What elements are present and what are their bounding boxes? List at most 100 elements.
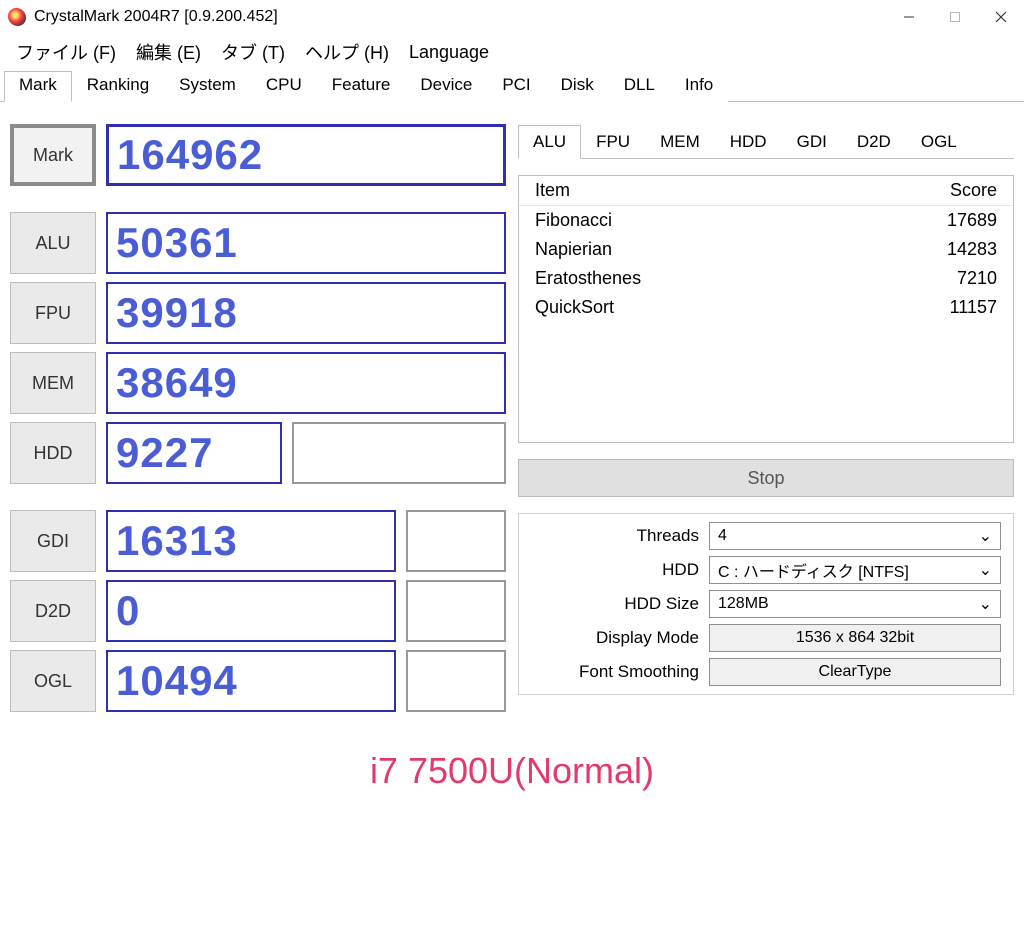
display-mode-label: Display Mode	[531, 628, 699, 648]
footer-caption: i7 7500U(Normal)	[0, 750, 1024, 792]
detail-panel: ALU FPU MEM HDD GDI D2D OGL Item Score F…	[518, 124, 1014, 712]
window-title: CrystalMark 2004R7 [0.9.200.452]	[34, 8, 886, 26]
chevron-down-icon: ⌄	[979, 560, 992, 580]
tab-device[interactable]: Device	[405, 71, 487, 102]
menu-language[interactable]: Language	[399, 38, 499, 67]
hdd-value: 9227	[106, 422, 282, 484]
table-row[interactable]: Fibonacci 17689	[519, 206, 1013, 235]
maximize-button[interactable]	[932, 1, 978, 33]
dtab-hdd[interactable]: HDD	[715, 125, 782, 159]
score-row-mark: Mark 164962	[10, 124, 506, 186]
tab-ranking[interactable]: Ranking	[72, 71, 164, 102]
fpu-button[interactable]: FPU	[10, 282, 96, 344]
hdd-size-select[interactable]: 128MB ⌄	[709, 590, 1001, 618]
window-controls	[886, 1, 1024, 33]
d2d-value: 0	[106, 580, 396, 642]
mem-value: 38649	[106, 352, 506, 414]
d2d-extra	[406, 580, 506, 642]
ogl-button[interactable]: OGL	[10, 650, 96, 712]
chevron-down-icon: ⌄	[979, 526, 992, 546]
close-button[interactable]	[978, 1, 1024, 33]
score-row-mem: MEM 38649	[10, 352, 506, 414]
dtab-fpu[interactable]: FPU	[581, 125, 645, 159]
menu-file[interactable]: ファイル (F)	[6, 35, 126, 69]
threads-label: Threads	[531, 526, 699, 546]
scores-panel: Mark 164962 ALU 50361 FPU 39918 MEM 3864…	[10, 124, 506, 712]
hdd-size-value: 128MB	[718, 595, 769, 613]
cell-score: 17689	[897, 210, 997, 231]
stop-button[interactable]: Stop	[518, 459, 1014, 497]
gdi-value: 16313	[106, 510, 396, 572]
alu-value: 50361	[106, 212, 506, 274]
setting-font-smoothing: Font Smoothing ClearType	[531, 658, 1001, 686]
score-row-d2d: D2D 0	[10, 580, 506, 642]
content-area: Mark 164962 ALU 50361 FPU 39918 MEM 3864…	[0, 102, 1024, 722]
dtab-ogl[interactable]: OGL	[906, 125, 972, 159]
menu-edit[interactable]: 編集 (E)	[126, 35, 211, 69]
col-header-score: Score	[897, 180, 997, 201]
alu-button[interactable]: ALU	[10, 212, 96, 274]
score-row-fpu: FPU 39918	[10, 282, 506, 344]
setting-hdd-size: HDD Size 128MB ⌄	[531, 590, 1001, 618]
ogl-extra	[406, 650, 506, 712]
tab-feature[interactable]: Feature	[317, 71, 406, 102]
cell-score: 14283	[897, 239, 997, 260]
table-row[interactable]: Napierian 14283	[519, 235, 1013, 264]
mem-button[interactable]: MEM	[10, 352, 96, 414]
dtab-alu[interactable]: ALU	[518, 125, 581, 159]
menu-tab[interactable]: タブ (T)	[211, 35, 295, 69]
d2d-button[interactable]: D2D	[10, 580, 96, 642]
hdd-select[interactable]: C : ハードディスク [NTFS] ⌄	[709, 556, 1001, 584]
table-row[interactable]: Eratosthenes 7210	[519, 264, 1013, 293]
hdd-size-label: HDD Size	[531, 594, 699, 614]
fpu-value: 39918	[106, 282, 506, 344]
gdi-extra	[406, 510, 506, 572]
mark-button[interactable]: Mark	[10, 124, 96, 186]
cell-item: Fibonacci	[535, 210, 897, 231]
setting-hdd: HDD C : ハードディスク [NTFS] ⌄	[531, 556, 1001, 584]
menubar: ファイル (F) 編集 (E) タブ (T) ヘルプ (H) Language	[0, 34, 1024, 70]
setting-display-mode: Display Mode 1536 x 864 32bit	[531, 624, 1001, 652]
tab-disk[interactable]: Disk	[546, 71, 609, 102]
cell-score: 7210	[897, 268, 997, 289]
detail-tabs: ALU FPU MEM HDD GDI D2D OGL	[518, 124, 1014, 159]
menu-help[interactable]: ヘルプ (H)	[295, 35, 399, 69]
score-row-hdd: HDD 9227	[10, 422, 506, 484]
table-row[interactable]: QuickSort 11157	[519, 293, 1013, 322]
tab-system[interactable]: System	[164, 71, 251, 102]
hdd-button[interactable]: HDD	[10, 422, 96, 484]
dtab-d2d[interactable]: D2D	[842, 125, 906, 159]
detail-table-header: Item Score	[519, 176, 1013, 206]
cell-item: QuickSort	[535, 297, 897, 318]
cell-item: Eratosthenes	[535, 268, 897, 289]
gdi-button[interactable]: GDI	[10, 510, 96, 572]
tab-dll[interactable]: DLL	[609, 71, 670, 102]
score-row-alu: ALU 50361	[10, 212, 506, 274]
threads-value: 4	[718, 527, 727, 545]
threads-select[interactable]: 4 ⌄	[709, 522, 1001, 550]
setting-threads: Threads 4 ⌄	[531, 522, 1001, 550]
detail-table: Item Score Fibonacci 17689 Napierian 142…	[518, 175, 1014, 443]
ogl-value: 10494	[106, 650, 396, 712]
tab-info[interactable]: Info	[670, 71, 728, 102]
tab-pci[interactable]: PCI	[487, 71, 545, 102]
cell-item: Napierian	[535, 239, 897, 260]
display-mode-value: 1536 x 864 32bit	[709, 624, 1001, 652]
main-tabs: Mark Ranking System CPU Feature Device P…	[0, 70, 1024, 102]
settings-panel: Threads 4 ⌄ HDD C : ハードディスク [NTFS] ⌄ HDD…	[518, 513, 1014, 695]
chevron-down-icon: ⌄	[979, 594, 992, 614]
score-row-gdi: GDI 16313	[10, 510, 506, 572]
dtab-mem[interactable]: MEM	[645, 125, 715, 159]
titlebar: CrystalMark 2004R7 [0.9.200.452]	[0, 0, 1024, 34]
minimize-button[interactable]	[886, 1, 932, 33]
font-smoothing-value: ClearType	[709, 658, 1001, 686]
cell-score: 11157	[897, 297, 997, 318]
font-smoothing-label: Font Smoothing	[531, 662, 699, 682]
col-header-item: Item	[535, 180, 897, 201]
dtab-gdi[interactable]: GDI	[782, 125, 842, 159]
app-icon	[8, 8, 26, 26]
tab-mark[interactable]: Mark	[4, 71, 72, 102]
hdd-label: HDD	[531, 560, 699, 580]
tab-cpu[interactable]: CPU	[251, 71, 317, 102]
mark-value: 164962	[106, 124, 506, 186]
